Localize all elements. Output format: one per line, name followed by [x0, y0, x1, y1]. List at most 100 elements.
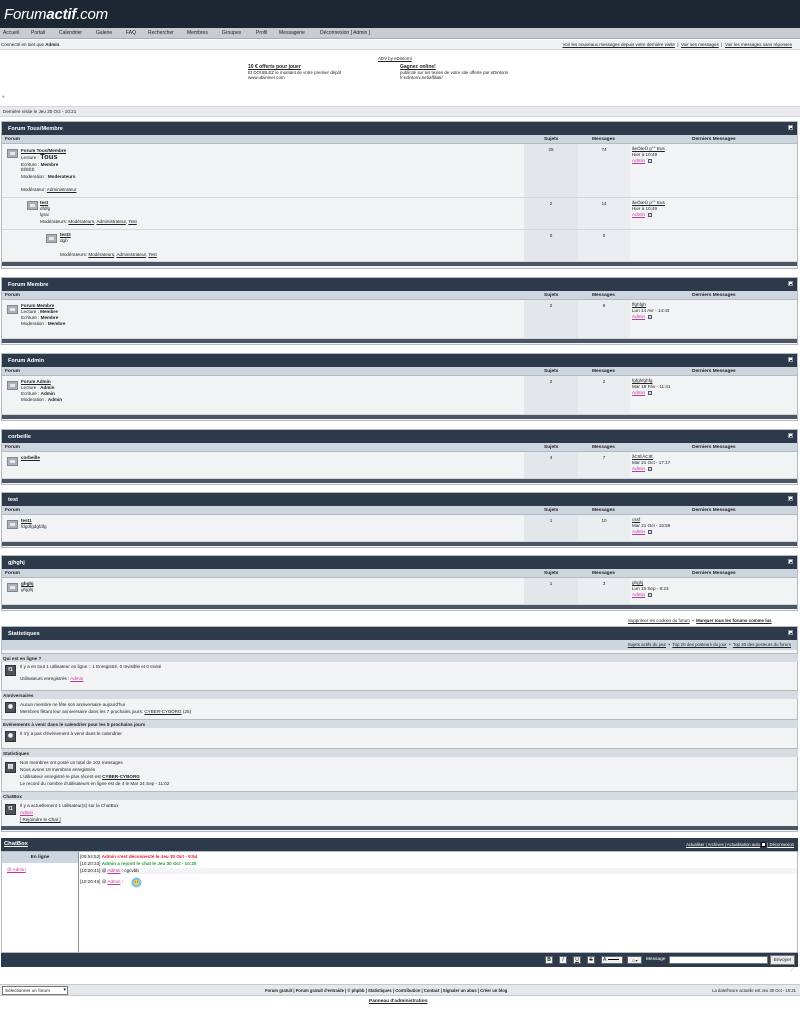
online-user-link[interactable]: Admin: [70, 676, 83, 681]
chat-message-input[interactable]: [669, 956, 768, 964]
forum-link[interactable]: test1: [21, 518, 32, 524]
unanswered-link[interactable]: Voir les messages sans réponses: [725, 42, 792, 47]
birthday-user-link[interactable]: CYBER-CYBORG: [144, 709, 181, 714]
smiley-button[interactable]: ☺▾: [627, 956, 642, 964]
stats-icon: ▤: [5, 762, 16, 773]
collapse-icon[interactable]: [788, 357, 793, 362]
collapse-icon[interactable]: [788, 559, 793, 564]
last-poster-link[interactable]: Admin: [632, 390, 645, 396]
font-color-button[interactable]: A: [601, 956, 623, 964]
chat-user-link[interactable]: Admin: [20, 810, 33, 816]
last-poster-link[interactable]: Admin: [632, 314, 645, 320]
collapse-icon[interactable]: [788, 125, 793, 130]
forum-link[interactable]: corbeille: [21, 455, 40, 461]
nav-profil[interactable]: Profil: [256, 30, 267, 36]
forum-row: Forum Tous/Membre Lecture : Tous Ecritur…: [2, 144, 797, 198]
forum-link[interactable]: test: [40, 200, 48, 206]
goto-last-post-icon[interactable]: [648, 159, 652, 163]
ad-left[interactable]: 10 € offerts pour jouer Et DOUBLEZ le mon…: [248, 64, 341, 81]
chat-user-link[interactable]: Admin: [107, 868, 120, 873]
mark-all-read-link[interactable]: Marquer tous les forums comme lus: [696, 618, 771, 623]
my-posts-link[interactable]: Voir ses messages: [681, 42, 719, 47]
moderator-link[interactable]: Modérateurs: [68, 219, 94, 224]
ad-right[interactable]: Gagnez online! publicité sur les textes d…: [400, 64, 508, 81]
send-button[interactable]: Envoyer: [770, 955, 795, 965]
top-posters-day-link[interactable]: Top 20 des posteurs du jour: [672, 642, 726, 647]
chatbox-title-link[interactable]: ChatBox: [4, 841, 28, 847]
last-post-link[interactable]: ãeÕæÜ p°° Eus: [632, 200, 665, 206]
category-forum-membre: Forum Membre Forum Sujets Messages Derniers…: [1, 277, 798, 345]
goto-last-post-icon[interactable]: [648, 593, 652, 597]
logo[interactable]: Forumactif.com: [4, 6, 108, 23]
italic-button[interactable]: I: [559, 956, 567, 964]
chat-online-user[interactable]: @ Admin: [7, 867, 26, 873]
collapse-icon[interactable]: [788, 630, 793, 635]
last-post-link[interactable]: cssf: [632, 517, 640, 523]
goto-last-post-icon[interactable]: [648, 315, 652, 319]
delete-cookies-link[interactable]: Supprimer les cookies du forum: [628, 618, 690, 623]
last-post-link[interactable]: ãeÕæÜ p°° Eus: [632, 146, 665, 152]
last-poster-link[interactable]: Admin: [632, 212, 645, 218]
nav-faq[interactable]: FAQ: [126, 30, 136, 36]
nav-membres[interactable]: Membres: [187, 30, 208, 36]
strike-button[interactable]: S: [587, 956, 595, 964]
collapse-icon[interactable]: [788, 433, 793, 438]
forum-row: corbeille 4 7 ãCIÉÀCIÉ Mar 21 Oct - 17:1…: [2, 452, 797, 479]
last-poster-link[interactable]: Admin: [632, 158, 645, 164]
last-poster-link[interactable]: Admin: [632, 466, 645, 472]
last-post-link[interactable]: ffghfgh: [632, 302, 646, 308]
nav-accueil[interactable]: Accueil: [3, 30, 19, 36]
last-visit-bar: Dernière visite le Jeu 30 Oct - 10:21: [0, 106, 800, 117]
last-poster-link[interactable]: Admin: [632, 592, 645, 598]
goto-last-post-icon[interactable]: [648, 391, 652, 395]
join-chat-link[interactable]: [ Rejoindre le Chat ]: [20, 817, 61, 823]
newest-user-link[interactable]: CYBER-CYBORG: [102, 774, 140, 779]
collapse-icon[interactable]: [788, 496, 793, 501]
active-topics-link[interactable]: Sujets actifs du jour: [628, 642, 666, 647]
bold-button[interactable]: B: [545, 956, 553, 964]
collapse-icon[interactable]: [788, 281, 793, 286]
new-posts-link[interactable]: Voir les nouveaux messages depuis votre …: [563, 42, 675, 47]
nav-portail[interactable]: Portail: [31, 30, 45, 36]
chat-message: [09:54:52] Admin s'est déconnecté le Jeu…: [80, 854, 198, 859]
chat-icon: f1: [5, 804, 16, 815]
nav-messagerie[interactable]: Messagerie: [279, 30, 305, 36]
nav-calendrier[interactable]: Calendrier: [59, 30, 82, 36]
moderator-link[interactable]: Administrateur: [116, 252, 145, 257]
nav-rechercher[interactable]: Rechercher: [148, 30, 174, 36]
moderator-link[interactable]: Test: [148, 252, 156, 257]
moderator-link[interactable]: Modérateurs: [88, 252, 114, 257]
nav-groupes[interactable]: Groupes: [222, 30, 241, 36]
footer-links[interactable]: Forum gratuit | Forum gratuit d'entraide…: [265, 988, 507, 994]
nav-galerie[interactable]: Galerie: [96, 30, 112, 36]
forum-link[interactable]: Forum Admin: [21, 379, 51, 385]
chat-user-link[interactable]: Admin: [107, 879, 120, 884]
last-poster-link[interactable]: Admin: [632, 529, 645, 535]
goto-last-post-icon[interactable]: [648, 530, 652, 534]
forum-row: Forum Admin Lecture : Admin Ecriture : A…: [2, 376, 797, 415]
underline-button[interactable]: U: [573, 956, 581, 964]
forum-link[interactable]: ghghj: [21, 581, 34, 587]
forum-jump-select[interactable]: Sélectionner un forum: [2, 986, 68, 995]
last-post-link[interactable]: fgfghfghfg: [632, 378, 652, 384]
moderator-link[interactable]: Administrateur: [47, 187, 77, 192]
chat-disconnect-link[interactable]: | Déconnexion: [767, 842, 794, 847]
moderator-link[interactable]: Test: [128, 219, 136, 224]
chatbox-header: ChatBox Actualiser | Archives | Actualis…: [1, 838, 798, 851]
chat-actions[interactable]: Actualiser | Archives | Actualisation au…: [686, 842, 760, 847]
last-post-link[interactable]: ghghj: [632, 580, 643, 586]
category-forum-tous-membre: Forum Tous/Membre Forum Sujets Messages Der…: [1, 121, 798, 269]
category-forum-admin: Forum Admin Forum Sujets Messages Derniers …: [1, 353, 798, 421]
auto-refresh-checkbox[interactable]: [761, 842, 767, 848]
forum-link[interactable]: test2: [60, 232, 71, 238]
moderator-link[interactable]: Administrateur: [96, 219, 125, 224]
resize-handle-icon[interactable]: ⟋: [791, 967, 797, 973]
forum-link[interactable]: Forum Membre: [21, 303, 54, 309]
top-posters-forum-link[interactable]: Top 20 des posteurs du forum: [733, 642, 791, 647]
last-post-link[interactable]: ãCIÉÀCIÉ: [632, 454, 653, 460]
ad-label[interactable]: ADV by eDintorni: [378, 56, 412, 61]
goto-last-post-icon[interactable]: [648, 467, 652, 471]
goto-last-post-icon[interactable]: [648, 213, 652, 217]
nav-deconnexion[interactable]: Déconnexion [ Admin ]: [320, 30, 370, 36]
admin-panel-link[interactable]: Panneau d'administration: [369, 999, 427, 1005]
